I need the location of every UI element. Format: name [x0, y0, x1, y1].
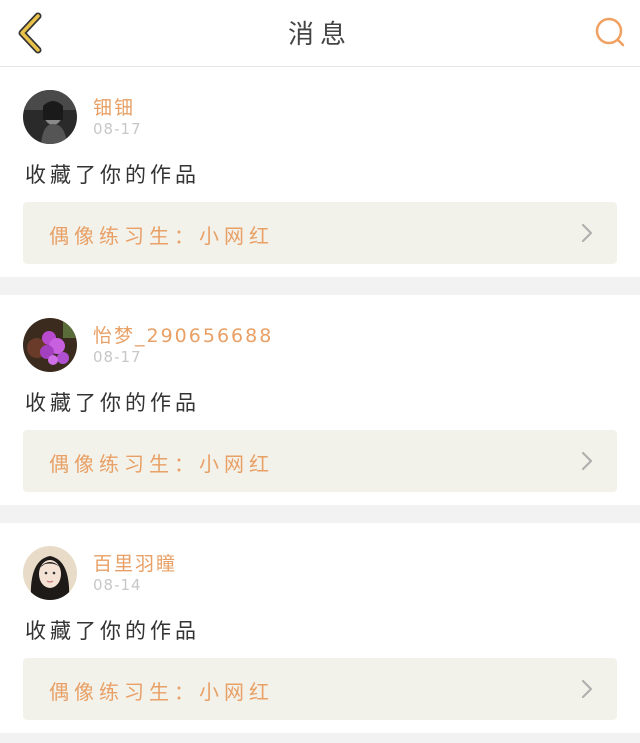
search-button[interactable]	[590, 12, 630, 52]
top-bar: 消息	[0, 0, 640, 67]
work-link[interactable]: 偶像练习生：小网红	[23, 430, 617, 492]
message-date: 08-14	[93, 576, 142, 594]
message-action: 收藏了你的作品	[25, 163, 200, 187]
work-link[interactable]: 偶像练习生：小网红	[23, 658, 617, 720]
avatar[interactable]	[23, 90, 77, 144]
separator	[0, 277, 640, 295]
avatar[interactable]	[23, 318, 77, 372]
message-card: 怡梦_290656688 08-17 收藏了你的作品 偶像练习生：小网红	[0, 295, 640, 505]
work-title: 偶像练习生：小网红	[49, 224, 274, 248]
chevron-right-icon	[581, 223, 593, 243]
avatar-girl-portrait	[23, 546, 77, 600]
separator	[0, 505, 640, 523]
username[interactable]: 钿钿	[93, 93, 135, 120]
work-title: 偶像练习生：小网红	[49, 680, 274, 704]
search-icon	[595, 17, 625, 47]
username[interactable]: 百里羽瞳	[93, 549, 177, 576]
message-card: 百里羽瞳 08-14 收藏了你的作品 偶像练习生：小网红	[0, 523, 640, 733]
message-date: 08-17	[93, 120, 142, 138]
avatar-purple-flowers	[23, 318, 77, 372]
page-title: 消息	[287, 20, 352, 50]
message-action: 收藏了你的作品	[25, 619, 200, 643]
username[interactable]: 怡梦_290656688	[93, 321, 273, 348]
work-link[interactable]: 偶像练习生：小网红	[23, 202, 617, 264]
chevron-right-icon	[581, 451, 593, 471]
message-card: 钿钿 08-17 收藏了你的作品 偶像练习生：小网红	[0, 67, 640, 277]
message-action: 收藏了你的作品	[25, 391, 200, 415]
avatar[interactable]	[23, 546, 77, 600]
message-date: 08-17	[93, 348, 142, 366]
avatar-dark-portrait	[23, 90, 77, 144]
message-list: 钿钿 08-17 收藏了你的作品 偶像练习生：小网红 怡梦_290656688	[0, 67, 640, 743]
work-title: 偶像练习生：小网红	[49, 452, 274, 476]
separator	[0, 733, 640, 743]
chevron-right-icon	[581, 679, 593, 699]
